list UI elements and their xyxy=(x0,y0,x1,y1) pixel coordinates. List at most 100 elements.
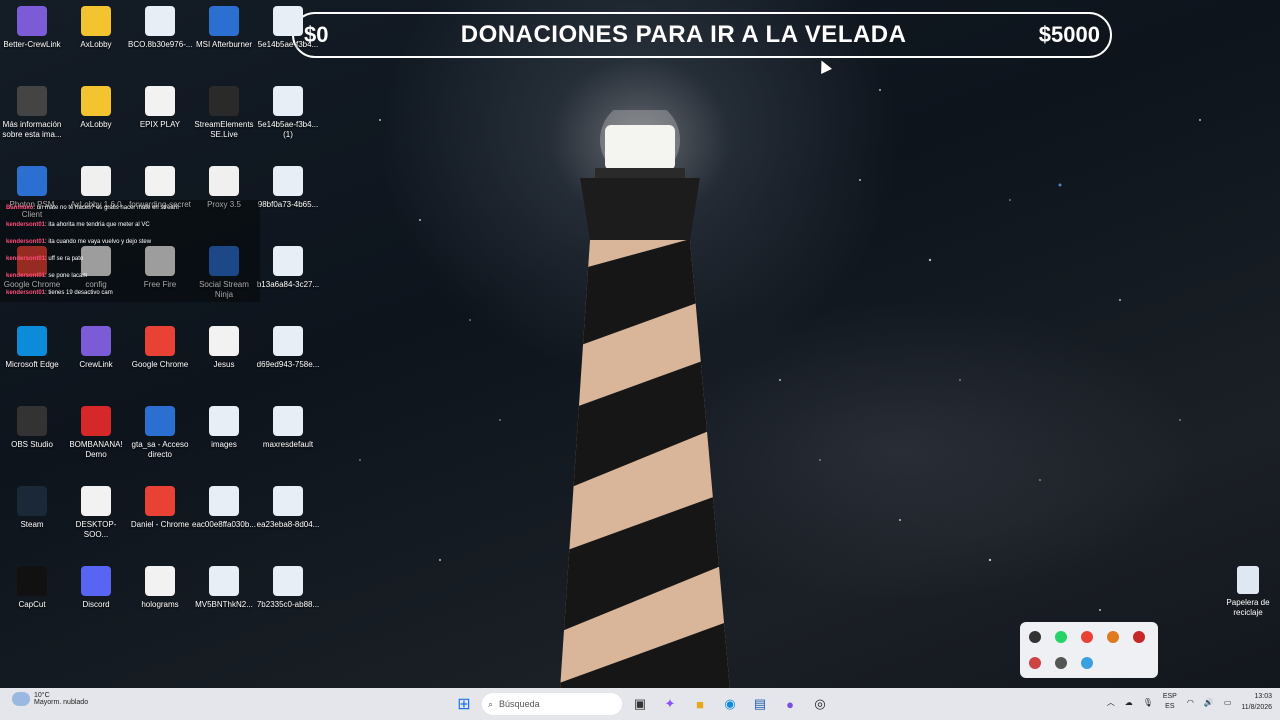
desktop-icon[interactable]: 5e14b5ae-f3b4... xyxy=(256,6,320,50)
desktop-icon[interactable]: holograms xyxy=(128,566,192,610)
search-box[interactable]: ⌕ Búsqueda xyxy=(482,693,622,715)
donation-title: DONACIONES PARA IR A LA VELADA xyxy=(460,21,907,48)
desktop-icon[interactable]: 7b2335c0-ab88... xyxy=(256,566,320,610)
file-icon xyxy=(145,166,175,196)
image-file-icon xyxy=(273,166,303,196)
image-file-icon xyxy=(209,406,239,436)
image-file-icon xyxy=(273,566,303,596)
tray-app-icon[interactable] xyxy=(1029,631,1041,643)
cloud-icon xyxy=(12,692,30,706)
obs-icon xyxy=(17,406,47,436)
task-view-icon[interactable]: ▣ xyxy=(628,692,652,716)
chrome-icon[interactable] xyxy=(1081,631,1093,643)
desktop-icon[interactable]: Microsoft Edge xyxy=(0,326,64,370)
desktop-icon[interactable]: Más información sobre esta ima... xyxy=(0,86,64,140)
lighthouse-image xyxy=(560,110,730,690)
file-icon xyxy=(145,566,175,596)
tray-app-icon[interactable] xyxy=(1107,631,1119,643)
chat-message: kendersont01: ita cuando me vaya vuelvo … xyxy=(0,234,260,251)
desktop-icon[interactable]: Discord xyxy=(64,566,128,610)
desktop-icon[interactable]: Jesus xyxy=(192,326,256,370)
desktop-icon[interactable]: 98bf0a73-4b65... xyxy=(256,166,320,210)
desktop-icon[interactable]: EPIX PLAY xyxy=(128,86,192,130)
chat-text: se pone lacam xyxy=(48,273,88,279)
crewlink-icon[interactable]: ● xyxy=(778,692,802,716)
edge-icon[interactable]: ◉ xyxy=(718,692,742,716)
desktop-icon[interactable]: eac00e8ffa030b... xyxy=(192,486,256,530)
desktop-icon[interactable]: maxresdefault xyxy=(256,406,320,450)
image-file-icon xyxy=(145,6,175,36)
desktop-icon[interactable]: d69ed943-758e... xyxy=(256,326,320,370)
search-placeholder: Búsqueda xyxy=(499,699,540,709)
chat-message: kendersont01: uff se ra pato xyxy=(0,251,260,268)
desktop-icon[interactable]: CrewLink xyxy=(64,326,128,370)
desktop-icon[interactable]: MSI Afterburner xyxy=(192,6,256,50)
copilot-icon[interactable]: ✦ xyxy=(658,692,682,716)
desktop-icon[interactable]: Google Chrome xyxy=(128,326,192,370)
desktop-icon[interactable]: MV5BNThkN2... xyxy=(192,566,256,610)
desktop-icon[interactable]: StreamElements SE.Live xyxy=(192,86,256,140)
desktop-icon-label: AxLobby xyxy=(80,40,112,49)
store-icon[interactable]: ▤ xyxy=(748,692,772,716)
desktop-icon-label: ea23eba8-8d04... xyxy=(256,520,320,529)
desktop-icon[interactable]: gta_sa - Acceso directo xyxy=(128,406,192,460)
tray-app-icon[interactable] xyxy=(1055,657,1067,669)
obs-icon[interactable]: ◎ xyxy=(808,692,832,716)
desktop-icon[interactable]: Daniel - Chrome xyxy=(128,486,192,530)
chat-username: kendersont01 xyxy=(6,239,46,245)
tray-app-icon[interactable] xyxy=(1081,657,1093,669)
chat-text: tienes 19 desactivo cam xyxy=(48,290,113,296)
desktop-icon[interactable]: AxLobby xyxy=(64,86,128,130)
app-icon xyxy=(209,6,239,36)
battery-icon[interactable]: ▭ xyxy=(1224,698,1232,707)
wifi-icon[interactable]: ◠ xyxy=(1187,698,1194,707)
desktop-icon-label: 98bf0a73-4b65... xyxy=(257,200,319,209)
image-file-icon xyxy=(273,86,303,116)
desktop-icon-label: Microsoft Edge xyxy=(5,360,59,369)
desktop-icon[interactable]: AxLobby xyxy=(64,6,128,50)
file-explorer-icon[interactable]: ■ xyxy=(688,692,712,716)
system-tray: ︿ ☁ 🎙 ESP ES ◠ 🔊 ▭ 13:03 11/8/2026 xyxy=(1107,691,1272,713)
clock[interactable]: 13:03 11/8/2026 xyxy=(1241,691,1272,713)
desktop-icon[interactable]: BCO.8b30e976-... xyxy=(128,6,192,50)
folder-icon xyxy=(81,86,111,116)
whatsapp-icon[interactable] xyxy=(1055,631,1067,643)
desktop-icon-label: gta_sa - Acceso directo xyxy=(131,440,189,459)
weather-widget[interactable]: 10°C Mayorm. nublado xyxy=(12,692,88,706)
desktop-icon-label: maxresdefault xyxy=(262,440,314,449)
desktop-icon-label: Better-CrewLink xyxy=(3,40,61,49)
tray-app-icon[interactable] xyxy=(1133,631,1145,643)
desktop-icon[interactable]: 5e14b5ae-f3b4... (1) xyxy=(256,86,320,140)
desktop-icon-label: images xyxy=(211,440,237,449)
stream-chat-overlay: Banmuko: un mate no te haces? es gratis … xyxy=(0,200,260,302)
desktop-icon[interactable]: CapCut xyxy=(0,566,64,610)
desktop-icon[interactable]: images xyxy=(192,406,256,450)
steam-icon xyxy=(17,486,47,516)
chat-text: ita cuando me vaya vuelvo y dejo stew xyxy=(48,239,152,245)
start-button[interactable]: ⊞ xyxy=(452,692,476,716)
java-icon xyxy=(81,166,111,196)
chat-message: kendersont01: se pone lacam xyxy=(0,268,260,285)
capcut-icon xyxy=(17,566,47,596)
chevron-up-icon[interactable]: ︿ xyxy=(1107,697,1115,708)
desktop-icon[interactable]: b13a6a84-3c27... xyxy=(256,246,320,290)
language-indicator[interactable]: ESP ES xyxy=(1163,692,1177,712)
mouse-cursor xyxy=(816,58,832,74)
desktop-icon[interactable]: ea23eba8-8d04... xyxy=(256,486,320,530)
clock-time: 13:03 xyxy=(1254,693,1272,700)
recycle-bin[interactable]: Papelera de reciclaje xyxy=(1224,566,1272,618)
microphone-icon[interactable]: 🎙 xyxy=(1143,698,1153,707)
image-file-icon xyxy=(209,486,239,516)
desktop-icon[interactable]: Steam xyxy=(0,486,64,530)
volume-icon[interactable]: 🔊 xyxy=(1204,698,1214,707)
tray-app-icon[interactable] xyxy=(1029,657,1041,669)
weather-temp: 10°C xyxy=(34,692,50,699)
desktop-icon[interactable]: OBS Studio xyxy=(0,406,64,450)
desktop-icon[interactable]: Better-CrewLink xyxy=(0,6,64,50)
desktop-icon[interactable]: DESKTOP-SOO... xyxy=(64,486,128,540)
desktop-icon-label: Jesus xyxy=(213,360,235,369)
desktop-icon[interactable]: BOMBANANA! Demo xyxy=(64,406,128,460)
chat-username: kendersont01 xyxy=(6,256,46,262)
onedrive-icon[interactable]: ☁ xyxy=(1125,698,1133,707)
app-icon xyxy=(17,166,47,196)
